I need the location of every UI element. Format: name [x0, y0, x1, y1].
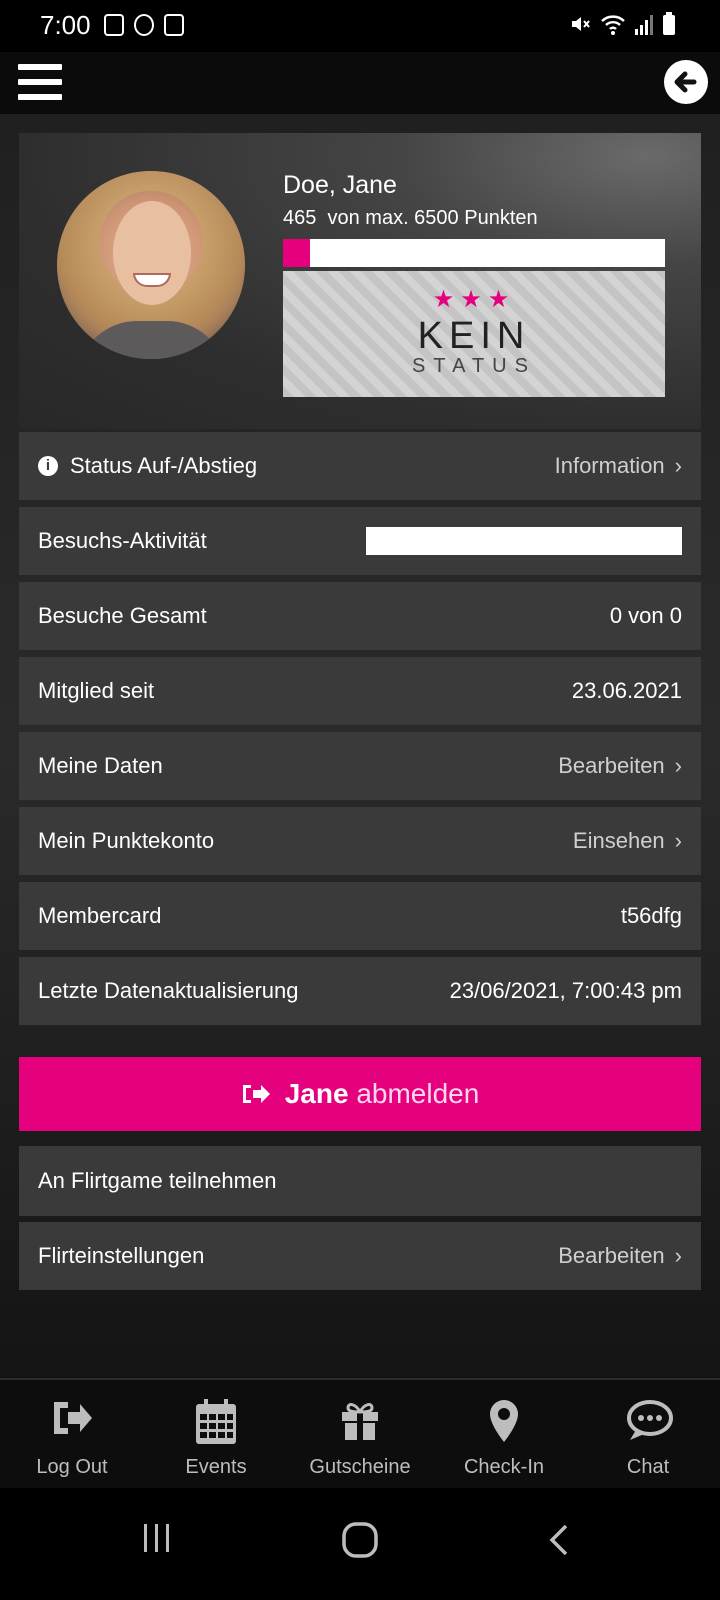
row-label: Letzte Datenaktualisierung: [38, 978, 299, 1003]
logout-action: abmelden: [356, 1078, 480, 1109]
logout-name: Jane: [284, 1078, 349, 1109]
row-label: Mein Punktekonto: [38, 828, 215, 853]
menu-icon[interactable]: [18, 62, 62, 102]
camera-icon: [164, 14, 184, 36]
row-flirt-settings[interactable]: Flirteinstellungen Bearbeiten ›: [19, 1222, 701, 1290]
row-label: Membercard: [38, 903, 162, 928]
row-label: Besuchs-Aktivität: [38, 528, 207, 553]
row-value: t56dfg: [620, 903, 682, 928]
sign-out-icon: [242, 1085, 270, 1103]
status-time: 7:00: [40, 10, 91, 40]
status-badge-subtitle: STATUS: [412, 355, 536, 377]
member-name: Doe, Jane: [283, 171, 397, 199]
at-sign-icon: [134, 14, 154, 36]
row-my-data[interactable]: Meine Daten Bearbeiten ›: [19, 732, 701, 800]
calendar-icon: [196, 1399, 236, 1444]
row-label: Status Auf-/Abstieg: [70, 453, 258, 478]
nav-chat[interactable]: Chat: [576, 1380, 720, 1490]
logout-icon: [54, 1402, 92, 1434]
nav-label: Events: [185, 1456, 247, 1478]
row-value: 0 von 0: [609, 603, 682, 628]
gift-icon: [342, 1403, 378, 1440]
row-value: Information ›: [555, 432, 682, 500]
row-label: Besuche Gesamt: [38, 603, 207, 628]
info-icon: i: [38, 456, 58, 476]
back-button[interactable]: [664, 60, 708, 104]
recent-apps-icon[interactable]: [138, 1520, 174, 1556]
chevron-right-icon: ›: [674, 453, 682, 478]
nav-check-in[interactable]: Check-In: [432, 1380, 576, 1490]
mute-icon: [572, 17, 590, 31]
row-value: Bearbeiten ›: [558, 1222, 682, 1290]
chat-icon: [627, 1400, 673, 1440]
battery-icon: [663, 12, 675, 35]
system-navigation: [0, 1488, 720, 1600]
row-points-account[interactable]: Mein Punktekonto Einsehen ›: [19, 807, 701, 875]
row-visit-activity: Besuchs-Aktivität: [19, 507, 701, 575]
points-progress-fill: [283, 239, 311, 267]
visit-activity-bar: [366, 527, 682, 555]
system-status-icons: [568, 12, 676, 36]
nav-vouchers[interactable]: Gutscheine: [288, 1380, 432, 1490]
row-flirtgame[interactable]: An Flirtgame teilnehmen: [19, 1146, 701, 1216]
bottom-navigation: Log Out Events Gutscheine Check-In Chat: [0, 1378, 720, 1490]
chevron-right-icon: ›: [674, 753, 682, 778]
row-member-since: Mitglied seit 23.06.2021: [19, 657, 701, 725]
row-value: Bearbeiten ›: [558, 732, 682, 800]
profile-card: Doe, Jane 465 von max. 6500 Punkten ★★★ …: [19, 133, 701, 429]
wifi-icon: [601, 15, 625, 35]
nav-label: Gutscheine: [309, 1456, 411, 1478]
row-label: Mitglied seit: [38, 678, 155, 703]
gallery-icon: [104, 14, 124, 36]
row-membercard: Membercard t56dfg: [19, 882, 701, 950]
logout-button[interactable]: Jane abmelden: [19, 1057, 701, 1131]
row-last-update: Letzte Datenaktualisierung 23/06/2021, 7…: [19, 957, 701, 1025]
app-bar: [0, 52, 720, 114]
stars-icon: ★★★: [432, 286, 516, 313]
profile-content: Doe, Jane 465 von max. 6500 Punkten ★★★ …: [0, 114, 720, 1378]
status-bar: 7:00: [0, 0, 720, 52]
notification-icons: [104, 14, 184, 36]
row-value: Einsehen ›: [573, 807, 682, 875]
nav-label: Check-In: [463, 1456, 545, 1478]
back-nav-icon[interactable]: [544, 1520, 574, 1560]
nav-label: Log Out: [36, 1456, 108, 1478]
row-status-info[interactable]: i Status Auf-/Abstieg Information ›: [19, 432, 701, 500]
signal-icon: [635, 15, 653, 35]
points-progress-bar: [283, 239, 665, 267]
avatar: [57, 171, 245, 359]
chevron-right-icon: ›: [674, 1243, 682, 1268]
nav-log-out[interactable]: Log Out: [0, 1380, 144, 1490]
arrow-left-icon: [674, 71, 697, 93]
home-icon[interactable]: [340, 1520, 380, 1560]
nav-label: Chat: [626, 1456, 670, 1478]
chevron-right-icon: ›: [674, 828, 682, 853]
status-badge-title: KEIN: [417, 315, 531, 357]
location-pin-icon: [490, 1400, 518, 1442]
row-label: Flirteinstellungen: [38, 1243, 205, 1268]
row-total-visits: Besuche Gesamt 0 von 0: [19, 582, 701, 650]
row-value: 23/06/2021, 7:00:43 pm: [449, 978, 682, 1003]
status-badge: ★★★ KEIN STATUS: [283, 271, 665, 397]
row-label: Meine Daten: [38, 753, 163, 778]
row-label: An Flirtgame teilnehmen: [38, 1168, 277, 1193]
row-value: 23.06.2021: [571, 678, 682, 703]
nav-events[interactable]: Events: [144, 1380, 288, 1490]
points-summary: 465 von max. 6500 Punkten: [283, 207, 538, 229]
